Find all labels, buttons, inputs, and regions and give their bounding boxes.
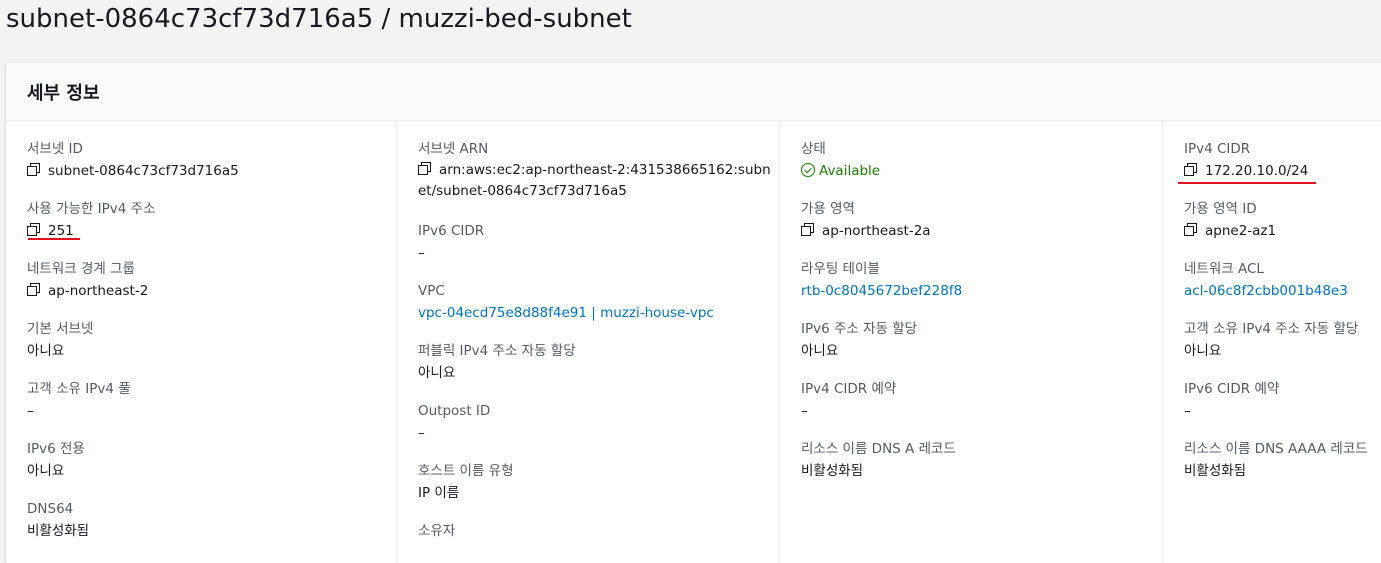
field-subnet-id: 서브넷 ID subnet-0864c73cf73d716a5 — [27, 140, 392, 180]
auto-assign-public-ipv4-value: 아니요 — [418, 365, 456, 381]
field-availability-zone: 가용 영역 ap-northeast-2a — [801, 200, 1159, 240]
field-label: IPv6 전용 — [27, 441, 85, 457]
field-label: 고객 소유 IPv4 주소 자동 할당 — [1184, 321, 1359, 337]
field-label: 서브넷 ID — [27, 141, 83, 157]
copy-icon[interactable] — [27, 223, 40, 236]
field-subnet-arn: 서브넷 ARN arn:aws:ec2:ap-northeast-2:43153… — [418, 140, 776, 202]
copy-icon[interactable] — [1184, 163, 1197, 176]
field-label: IPv4 CIDR — [1184, 141, 1251, 157]
field-owner: 소유자 — [418, 522, 776, 540]
vpc-link[interactable]: vpc-04ecd75e8d88f4e91 | muzzi-house-vpc — [418, 304, 776, 322]
copy-icon[interactable] — [27, 163, 40, 176]
az-id-value: apne2-az1 — [1205, 223, 1277, 239]
details-column-1: 서브넷 ID subnet-0864c73cf73d716a5 사용 가능한 I… — [6, 122, 396, 563]
dns64-value: 비활성화됨 — [27, 523, 90, 539]
field-label: 기본 서브넷 — [27, 321, 94, 337]
field-customer-owned-pool: 고객 소유 IPv4 풀 – — [27, 380, 392, 420]
field-hostname-type: 호스트 이름 유형 IP 이름 — [418, 462, 776, 502]
field-label: 리소스 이름 DNS A 레코드 — [801, 441, 956, 457]
ipv6-cidr-reservations-value: – — [1184, 403, 1191, 419]
available-ipv4-value: 251 — [48, 223, 74, 239]
subnet-arn-value: arn:aws:ec2:ap-northeast-2:431538665162:… — [418, 162, 771, 199]
auto-assign-ipv6-value: 아니요 — [801, 343, 839, 359]
field-state: 상태 Available — [801, 140, 1159, 180]
field-ipv4-cidr: IPv4 CIDR 172.20.10.0/24 — [1184, 140, 1381, 180]
outpost-id-value: – — [418, 425, 425, 441]
check-circle-icon — [801, 163, 815, 177]
field-label: VPC — [418, 283, 445, 299]
field-default-subnet: 기본 서브넷 아니요 — [27, 320, 392, 360]
route-table-link[interactable]: rtb-0c8045672bef228f8 — [801, 282, 1159, 300]
field-label: 호스트 이름 유형 — [418, 463, 514, 479]
annotation-underline — [28, 238, 80, 240]
field-available-ipv4: 사용 가능한 IPv4 주소 251 — [27, 200, 392, 240]
field-vpc: VPC vpc-04ecd75e8d88f4e91 | muzzi-house-… — [418, 282, 776, 322]
field-ipv6-cidr-reservations: IPv6 CIDR 예약 – — [1184, 380, 1381, 420]
field-dns-aaaa-record: 리소스 이름 DNS AAAA 레코드 비활성화됨 — [1184, 440, 1381, 480]
field-label: 네트워크 경계 그룹 — [27, 261, 135, 277]
field-ipv4-cidr-reservations: IPv4 CIDR 예약 – — [801, 380, 1159, 420]
field-label: DNS64 — [27, 501, 74, 517]
page-title: subnet-0864c73cf73d716a5 / muzzi-bed-sub… — [6, 4, 632, 34]
field-label: 상태 — [801, 141, 826, 157]
dns-a-record-value: 비활성화됨 — [801, 463, 864, 479]
default-subnet-value: 아니요 — [27, 343, 65, 359]
copy-icon[interactable] — [801, 223, 814, 236]
field-auto-assign-customer-ipv4: 고객 소유 IPv4 주소 자동 할당 아니요 — [1184, 320, 1381, 360]
field-auto-assign-ipv6: IPv6 주소 자동 할당 아니요 — [801, 320, 1159, 360]
field-ipv6-only: IPv6 전용 아니요 — [27, 440, 392, 480]
panel-title: 세부 정보 — [27, 83, 100, 104]
field-label: 라우팅 테이블 — [801, 261, 880, 277]
field-az-id: 가용 영역 ID apne2-az1 — [1184, 200, 1381, 240]
ipv6-only-value: 아니요 — [27, 463, 65, 479]
details-column-4: IPv4 CIDR 172.20.10.0/24 가용 영역 ID apne2-… — [1162, 122, 1381, 563]
field-label: 퍼블릭 IPv4 주소 자동 할당 — [418, 343, 576, 359]
ipv4-cidr-reservations-value: – — [801, 403, 808, 419]
network-acl-link[interactable]: acl-06c8f2cbb001b48e3 — [1184, 282, 1381, 300]
field-dns-a-record: 리소스 이름 DNS A 레코드 비활성화됨 — [801, 440, 1159, 480]
field-label: 서브넷 ARN — [418, 141, 489, 157]
field-label: IPv6 CIDR — [418, 223, 485, 239]
field-network-border-group: 네트워크 경계 그룹 ap-northeast-2 — [27, 260, 392, 300]
availability-zone-value: ap-northeast-2a — [822, 223, 931, 239]
network-border-group-value: ap-northeast-2 — [48, 283, 149, 299]
copy-icon[interactable] — [27, 283, 40, 296]
field-auto-assign-public-ipv4: 퍼블릭 IPv4 주소 자동 할당 아니요 — [418, 342, 776, 382]
state-value: Available — [819, 163, 881, 179]
field-dns64: DNS64 비활성화됨 — [27, 500, 392, 540]
field-network-acl: 네트워크 ACL acl-06c8f2cbb001b48e3 — [1184, 260, 1381, 300]
hostname-type-value: IP 이름 — [418, 485, 460, 501]
ipv6-cidr-value: – — [418, 245, 425, 261]
field-label: IPv6 주소 자동 할당 — [801, 321, 918, 337]
field-label: IPv6 CIDR 예약 — [1184, 381, 1280, 397]
copy-icon[interactable] — [418, 162, 431, 175]
copy-icon[interactable] — [1184, 223, 1197, 236]
details-panel: 세부 정보 서브넷 ID subnet-0864c73cf73d716a5 사용… — [6, 63, 1381, 563]
annotation-underline — [1178, 182, 1316, 184]
details-column-2: 서브넷 ARN arn:aws:ec2:ap-northeast-2:43153… — [396, 122, 780, 563]
panel-header: 세부 정보 — [6, 63, 1381, 121]
field-label: Outpost ID — [418, 403, 491, 419]
dns-aaaa-record-value: 비활성화됨 — [1184, 463, 1247, 479]
subnet-id-value: subnet-0864c73cf73d716a5 — [48, 163, 239, 179]
ipv4-cidr-value: 172.20.10.0/24 — [1205, 163, 1309, 179]
field-label: 가용 영역 — [801, 201, 855, 217]
field-label: 사용 가능한 IPv4 주소 — [27, 201, 156, 217]
auto-assign-customer-ipv4-value: 아니요 — [1184, 343, 1222, 359]
field-label: 고객 소유 IPv4 풀 — [27, 381, 131, 397]
field-label: IPv4 CIDR 예약 — [801, 381, 897, 397]
field-label: 가용 영역 ID — [1184, 201, 1257, 217]
customer-owned-pool-value: – — [27, 403, 34, 419]
field-ipv6-cidr: IPv6 CIDR – — [418, 222, 776, 262]
details-column-3: 상태 Available 가용 영역 ap-northeast-2a 라우팅 테… — [779, 122, 1163, 563]
field-label: 소유자 — [418, 523, 456, 539]
field-label: 리소스 이름 DNS AAAA 레코드 — [1184, 441, 1368, 457]
field-label: 네트워크 ACL — [1184, 261, 1264, 277]
field-route-table: 라우팅 테이블 rtb-0c8045672bef228f8 — [801, 260, 1159, 300]
field-outpost-id: Outpost ID – — [418, 402, 776, 442]
